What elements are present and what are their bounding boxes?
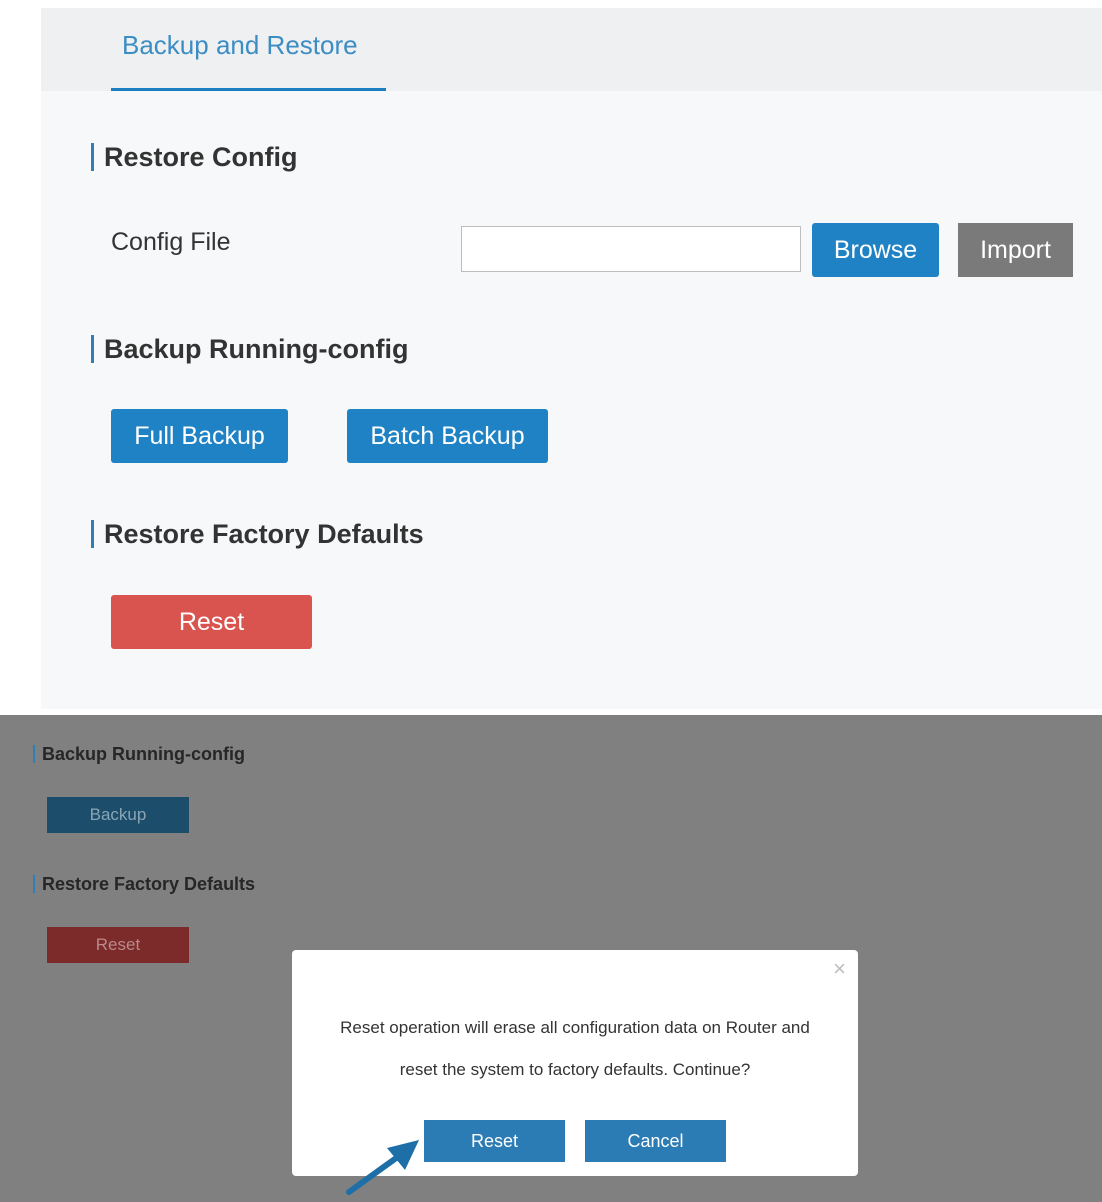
arrow-pointer-icon [346,1140,419,1195]
tab-label: Backup and Restore [122,30,358,60]
reset-confirm-screen: Backup Running-config Backup Restore Fac… [0,715,1102,1202]
bg-section-title-backup: Backup Running-config [33,744,245,765]
reset-button[interactable]: Reset [111,595,312,649]
dialog-message-line-1: Reset operation will erase all configura… [340,1018,810,1037]
section-accent-bar [91,334,94,363]
bg-section-title-factory-defaults: Restore Factory Defaults [33,874,255,895]
section-title-backup-running-config: Backup Running-config [91,334,408,365]
bg-reset-button: Reset [47,927,189,963]
import-button[interactable]: Import [958,223,1073,277]
section-accent-bar [91,142,94,171]
section-accent-bar [33,874,35,893]
config-file-label: Config File [111,228,231,256]
screenshot-root: Backup and Restore Restore Config Config… [0,0,1102,1202]
tab-backup-and-restore[interactable]: Backup and Restore [111,8,386,91]
config-file-input[interactable] [461,226,801,272]
section-title-text: Restore Config [104,142,298,172]
section-accent-bar [33,744,35,763]
tab-strip: Backup and Restore [41,8,1102,91]
section-accent-bar [91,519,94,548]
section-title-text: Restore Factory Defaults [104,519,424,549]
dialog-message-line-2: reset the system to factory defaults. Co… [399,1060,751,1079]
section-title-restore-factory-defaults: Restore Factory Defaults [91,519,424,550]
bg-backup-button: Backup [47,797,189,833]
batch-backup-button[interactable]: Batch Backup [347,409,548,463]
backup-restore-panel: Backup and Restore Restore Config Config… [41,8,1102,709]
section-title-text: Backup Running-config [42,744,245,764]
tab-active-indicator [111,88,386,91]
close-icon[interactable]: × [833,958,846,980]
dialog-reset-button[interactable]: Reset [424,1120,565,1162]
section-title-text: Restore Factory Defaults [42,874,256,894]
full-backup-button[interactable]: Full Backup [111,409,288,463]
section-title-restore-config: Restore Config [91,142,298,173]
browse-button[interactable]: Browse [812,223,939,277]
dialog-cancel-button[interactable]: Cancel [585,1120,726,1162]
section-title-text: Backup Running-config [104,334,409,364]
